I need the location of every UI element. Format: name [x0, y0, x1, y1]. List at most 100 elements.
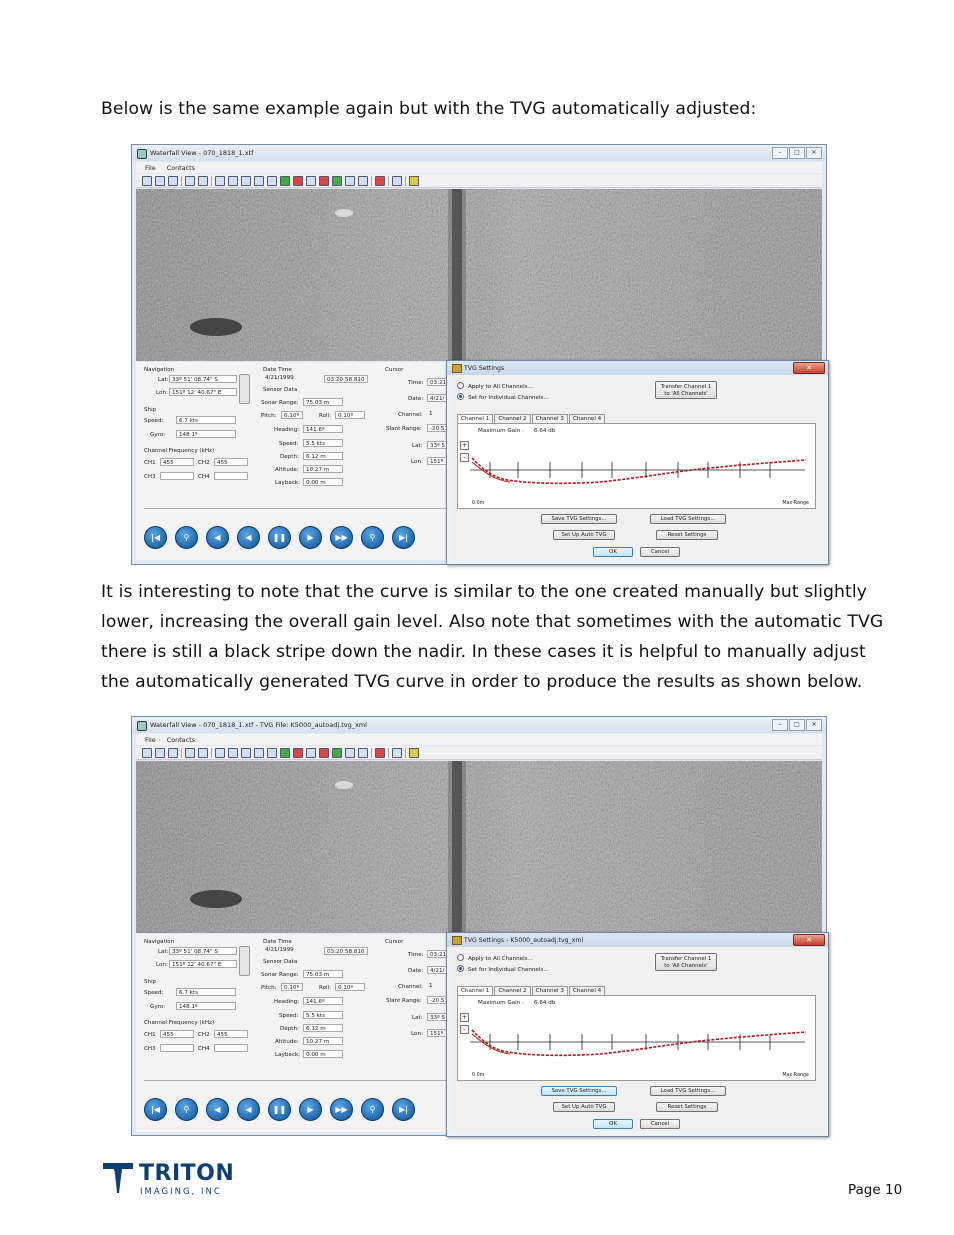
ok-button[interactable]: OK: [593, 1119, 633, 1129]
ruler-icon[interactable]: [280, 175, 290, 186]
arrow-right-icon[interactable]: [198, 175, 208, 186]
reset-settings-button[interactable]: Reset Settings: [656, 530, 718, 540]
rewind-icon[interactable]: ◀: [237, 526, 260, 549]
step-back-icon[interactable]: ◀: [206, 1098, 229, 1121]
load-tvg-button[interactable]: Load TVG Settings...: [650, 514, 726, 524]
walk-back-icon[interactable]: ⚲: [175, 1098, 198, 1121]
bio-icon[interactable]: [409, 747, 419, 758]
walk-forward-icon[interactable]: ⚲: [361, 526, 384, 549]
play-icon[interactable]: ▶: [299, 1098, 322, 1121]
plus-button[interactable]: +: [460, 1013, 469, 1022]
cancel-button[interactable]: Cancel: [640, 1119, 680, 1129]
tab-channel-3[interactable]: Channel 3: [531, 986, 568, 995]
target-icon[interactable]: [375, 175, 385, 186]
load-tvg-button[interactable]: Load TVG Settings...: [650, 1086, 726, 1096]
walk-back-icon[interactable]: ⚲: [175, 526, 198, 549]
skip-forward-icon[interactable]: ▶|: [392, 526, 415, 549]
chart-icon[interactable]: [332, 175, 342, 186]
nav-scrollbar[interactable]: [239, 374, 250, 404]
refresh-icon[interactable]: [215, 175, 225, 186]
play-icon[interactable]: ▶: [299, 526, 322, 549]
tvg-curve-plot[interactable]: Maximum Gain : 6.64 db + - 0.0m Max Rang…: [457, 995, 816, 1081]
plus-button[interactable]: +: [460, 441, 469, 450]
tab-channel-2[interactable]: Channel 2: [494, 414, 531, 423]
image-icon[interactable]: [306, 747, 316, 758]
image-icon[interactable]: [306, 175, 316, 186]
menu-contacts[interactable]: Contacts: [167, 164, 195, 172]
set-individual-radio[interactable]: Set for Individual Channels...: [457, 965, 549, 973]
marker-icon[interactable]: [293, 175, 303, 186]
measure-icon[interactable]: [228, 747, 238, 758]
pen-icon[interactable]: [358, 175, 368, 186]
minimize-button[interactable]: –: [772, 147, 788, 159]
layout-icon[interactable]: [155, 175, 165, 186]
tab-channel-2[interactable]: Channel 2: [494, 986, 531, 995]
cad-icon[interactable]: [345, 175, 355, 186]
dialog-close-button[interactable]: ✕: [793, 934, 825, 946]
fast-forward-icon[interactable]: ▶▶: [330, 526, 353, 549]
maximize-button[interactable]: □: [789, 719, 805, 731]
tab-channel-1[interactable]: Channel 1: [457, 414, 494, 423]
cancel-button[interactable]: Cancel: [640, 547, 680, 557]
square-icon[interactable]: [254, 175, 264, 186]
apply-all-radio[interactable]: Apply to All Channels...: [457, 382, 533, 390]
transfer-channel-button[interactable]: Transfer Channel 1 to 'All Channels': [655, 381, 717, 399]
chart-icon[interactable]: [332, 747, 342, 758]
skip-back-icon[interactable]: |◀: [144, 526, 167, 549]
sonar-waterfall-image[interactable]: [136, 761, 822, 933]
rewind-icon[interactable]: ◀: [237, 1098, 260, 1121]
menu-contacts[interactable]: Contacts: [167, 736, 195, 744]
circle-icon[interactable]: [241, 175, 251, 186]
save-tvg-button[interactable]: Save TVG Settings...: [541, 514, 617, 524]
pen-icon[interactable]: [358, 747, 368, 758]
square-icon[interactable]: [254, 747, 264, 758]
apply-all-radio[interactable]: Apply to All Channels...: [457, 954, 533, 962]
skip-forward-icon[interactable]: ▶|: [392, 1098, 415, 1121]
stack-icon[interactable]: [168, 747, 178, 758]
alert-icon[interactable]: [319, 175, 329, 186]
tab-channel-4[interactable]: Channel 4: [568, 986, 606, 995]
minus-button[interactable]: -: [460, 453, 469, 462]
menu-file[interactable]: File: [145, 164, 156, 172]
alert-icon[interactable]: [319, 747, 329, 758]
tab-channel-4[interactable]: Channel 4: [568, 414, 606, 423]
save-tvg-button[interactable]: Save TVG Settings...: [541, 1086, 617, 1096]
pause-icon[interactable]: ❚❚: [268, 526, 291, 549]
set-individual-radio[interactable]: Set for Individual Channels...: [457, 393, 549, 401]
minus-button[interactable]: -: [460, 1025, 469, 1034]
grid-icon[interactable]: [392, 175, 402, 186]
arrow-left-icon[interactable]: [185, 747, 195, 758]
nav-scrollbar[interactable]: [239, 946, 250, 976]
window-icon[interactable]: [142, 175, 152, 186]
circle-icon[interactable]: [241, 747, 251, 758]
menu-file[interactable]: File: [145, 736, 156, 744]
bio-icon[interactable]: [409, 175, 419, 186]
playback-slider[interactable]: [144, 508, 450, 509]
contrast-icon[interactable]: [267, 747, 277, 758]
close-button[interactable]: ✕: [806, 719, 822, 731]
minimize-button[interactable]: –: [772, 719, 788, 731]
measure-icon[interactable]: [228, 175, 238, 186]
playback-slider[interactable]: [144, 1080, 450, 1081]
step-back-icon[interactable]: ◀: [206, 526, 229, 549]
layout-icon[interactable]: [155, 747, 165, 758]
auto-tvg-button[interactable]: Set Up Auto TVG: [553, 1102, 615, 1112]
grid-icon[interactable]: [392, 747, 402, 758]
window-icon[interactable]: [142, 747, 152, 758]
maximize-button[interactable]: □: [789, 147, 805, 159]
auto-tvg-button[interactable]: Set Up Auto TVG: [553, 530, 615, 540]
transfer-channel-button[interactable]: Transfer Channel 1 to 'All Channels': [655, 953, 717, 971]
reset-settings-button[interactable]: Reset Settings: [656, 1102, 718, 1112]
dialog-close-button[interactable]: ✕: [793, 362, 825, 374]
sonar-waterfall-image[interactable]: [136, 189, 822, 361]
fast-forward-icon[interactable]: ▶▶: [330, 1098, 353, 1121]
walk-forward-icon[interactable]: ⚲: [361, 1098, 384, 1121]
skip-back-icon[interactable]: |◀: [144, 1098, 167, 1121]
stack-icon[interactable]: [168, 175, 178, 186]
tvg-curve-plot[interactable]: Maximum Gain : 6.64 db + - 0.0m Max Rang…: [457, 423, 816, 509]
tab-channel-1[interactable]: Channel 1: [457, 986, 494, 995]
close-button[interactable]: ✕: [806, 147, 822, 159]
target-icon[interactable]: [375, 747, 385, 758]
marker-icon[interactable]: [293, 747, 303, 758]
arrow-right-icon[interactable]: [198, 747, 208, 758]
